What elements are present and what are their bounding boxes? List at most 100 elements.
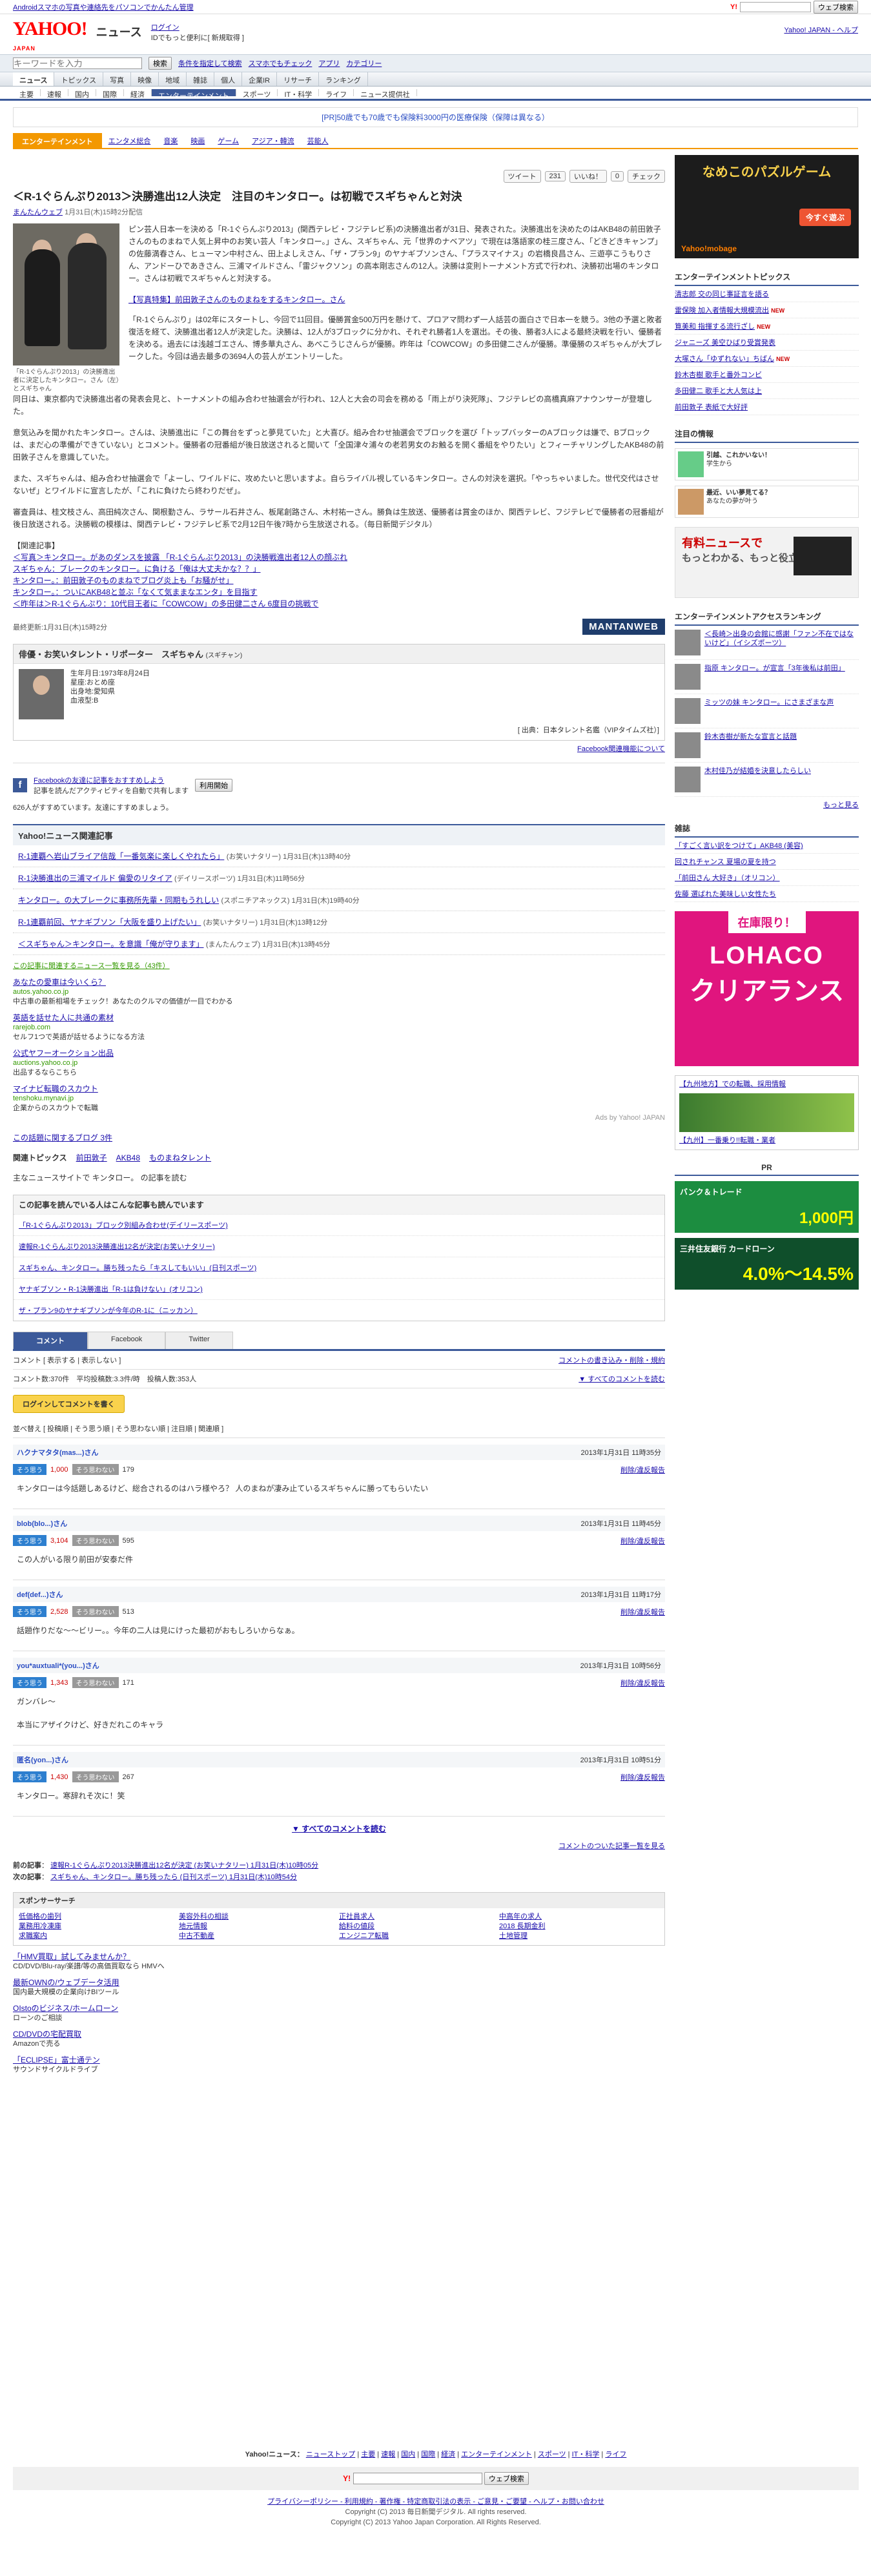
- ad-title-2[interactable]: 英語を話せた人に共通の素材: [13, 1013, 114, 1022]
- paid-news-banner[interactable]: 有料ニュースで もっとわかる、もっと役立つ！: [675, 527, 859, 598]
- ad-title-4[interactable]: マイナビ転職のスカウト: [13, 1084, 98, 1093]
- footer-link[interactable]: ニューストップ: [306, 2451, 355, 2458]
- footer-link[interactable]: 国際: [421, 2451, 435, 2458]
- search-link-category[interactable]: カテゴリー: [346, 58, 382, 68]
- mantanweb-logo[interactable]: MANTANWEB: [582, 619, 665, 635]
- sponsor-link[interactable]: 美容外科の相談: [179, 1912, 339, 1922]
- ranking-link[interactable]: 鈴木杏樹が新たな宣言と話題: [704, 732, 797, 758]
- cat-celebrity[interactable]: 芸能人: [301, 136, 335, 146]
- also-read-item[interactable]: 速報R-1ぐらんぷり2013決勝進出12名が決定(お笑いナタリー): [19, 1243, 215, 1251]
- gnav-ranking[interactable]: ランキング: [319, 72, 368, 86]
- comment-user[interactable]: ハクナマタタ(mas...)さん: [17, 1447, 99, 1458]
- report-link[interactable]: 削除/違反報告: [620, 1678, 665, 1688]
- sponsor-link[interactable]: 中古不動産: [179, 1932, 339, 1941]
- sponsor-link[interactable]: 業務用冷凍庫: [19, 1922, 179, 1932]
- topic-link[interactable]: 大塚さん「ゆずれない」ちばん: [675, 355, 774, 363]
- sponsor-link[interactable]: 正社員求人: [339, 1912, 499, 1922]
- bottom-search-input[interactable]: [353, 2472, 482, 2484]
- sponsor-link[interactable]: 2018 長期金利: [499, 1922, 659, 1932]
- tag-maeda[interactable]: 前田敦子: [76, 1152, 107, 1163]
- cat-music[interactable]: 音楽: [157, 136, 184, 146]
- snav-economy[interactable]: 経済: [124, 89, 152, 99]
- report-link[interactable]: 削除/違反報告: [620, 1536, 665, 1546]
- gnav-photo[interactable]: 写真: [103, 72, 132, 86]
- bottom-ad-title[interactable]: OIstoのビジネス/ホームローン: [13, 2004, 118, 2013]
- sponsor-link[interactable]: 中高年の求人: [499, 1912, 659, 1922]
- also-read-item[interactable]: スギちゃん、キンタロー。勝ち残ったら「キスしてもいい」(日刊スポーツ): [19, 1264, 256, 1272]
- service-name[interactable]: ニュース: [96, 23, 142, 40]
- next-article-link[interactable]: スギちゃん、キンタロー。勝ち残ったら (日刊スポーツ) 1月31日(木)10時5…: [50, 1873, 297, 1881]
- disagree-button[interactable]: そう思わない: [72, 1535, 119, 1546]
- footer-link[interactable]: 主要: [361, 2451, 375, 2458]
- agree-button[interactable]: そう思う: [13, 1771, 46, 1782]
- game-ad-banner[interactable]: なめこのパズルゲーム 今すぐ遊ぶ Yahoo!mobage: [675, 155, 859, 258]
- topic-link[interactable]: 鈴木杏樹 歌手と番外コンビ: [675, 371, 762, 379]
- ranking-thumb[interactable]: [675, 698, 701, 724]
- article-source[interactable]: まんたんウェブ: [13, 209, 63, 216]
- snav-entertainment[interactable]: エンターテインメント: [152, 89, 236, 100]
- agree-button[interactable]: そう思う: [13, 1464, 46, 1475]
- tag-akb48[interactable]: AKB48: [116, 1153, 140, 1162]
- topic-link[interactable]: 雷保険 加入者情報大規模流出: [675, 307, 769, 314]
- tag-monomane[interactable]: ものまねタレント: [149, 1152, 211, 1163]
- comment-user[interactable]: blob(blo...)さん: [17, 1518, 67, 1529]
- ads-by-yahoo[interactable]: Ads by Yahoo! JAPAN: [13, 1113, 665, 1123]
- comment-filter[interactable]: コメント [ 表示する | 表示しない ]: [13, 1355, 121, 1365]
- footer-link[interactable]: スポーツ: [538, 2451, 566, 2458]
- topic-link[interactable]: 筧美和 指揮する流行ざし: [675, 323, 755, 331]
- snav-flash[interactable]: 速報: [41, 89, 68, 99]
- comment-rules-link[interactable]: コメントの書き込み・削除・規約: [558, 1355, 665, 1365]
- more-link[interactable]: もっと見る: [823, 801, 859, 809]
- search-link-advanced[interactable]: 条件を指定して検索: [178, 58, 242, 68]
- see-all-comments[interactable]: ▼ すべてのコメントを読む: [292, 1824, 386, 1833]
- topic-link[interactable]: ジャニーズ 美空ひばり受賞発表: [675, 339, 775, 347]
- footer-link[interactable]: エンターテインメント: [461, 2451, 532, 2458]
- topic-link[interactable]: 清志郎 交の同じ事証言を語る: [675, 291, 769, 298]
- bottom-search-button[interactable]: ウェブ検索: [484, 2472, 529, 2485]
- footer-link[interactable]: 国内: [401, 2451, 415, 2458]
- report-link[interactable]: 削除/違反報告: [620, 1607, 665, 1617]
- bottom-ad-title[interactable]: 「ECLIPSE」富士通テン: [13, 2056, 100, 2065]
- bottom-ad-title[interactable]: CD/DVDの宅配買取: [13, 2030, 81, 2039]
- ranking-link[interactable]: 木村佳乃が結婚を決意したらしい: [704, 767, 811, 792]
- snav-it[interactable]: IT・科学: [278, 89, 320, 99]
- profile-avatar[interactable]: [19, 669, 64, 719]
- gnav-ir[interactable]: 企業IR: [242, 72, 278, 86]
- article-photo[interactable]: 「R-1ぐらんぷり2013」の決勝進出者に決定したキンタロー。さん（左）とスギち…: [13, 223, 119, 393]
- related-link-3[interactable]: キンタロー。：前田敦子のものまねでブログ炎上も「お騒がせ」: [13, 575, 665, 586]
- related-link-5[interactable]: ＜昨年は＞R-1ぐらんぷり：10代目王者に「COWCOW」の多田健二さん 6度目…: [13, 598, 665, 610]
- sponsor-link[interactable]: 低価格の歯列: [19, 1912, 179, 1922]
- sponsor-link[interactable]: 給料の値段: [339, 1922, 499, 1932]
- related-link-4[interactable]: キンタロー。：ついにAKB48と並ぶ「なくて気ままなエンタ」を目指す: [13, 586, 665, 598]
- job-link-2[interactable]: 【九州】一番乗り!!転職・業者: [679, 1136, 854, 1146]
- photo-feature-link[interactable]: 【写真特集】前田敦子さんのものまねをするキンタロー。さん: [128, 295, 345, 304]
- gnav-news[interactable]: ニュース: [13, 72, 55, 86]
- related-news-all-link[interactable]: この記事に関連するニュース一覧を見る（43件）: [13, 962, 665, 971]
- card-loan-ad[interactable]: 三井住友銀行 カードローン 4.0%〜14.5%: [675, 1238, 859, 1290]
- comment-user[interactable]: def(def...)さん: [17, 1589, 63, 1600]
- ranking-thumb[interactable]: [675, 664, 701, 690]
- footer-link[interactable]: 経済: [441, 2451, 455, 2458]
- blog-link[interactable]: この話題に関するブログ 3件: [13, 1132, 112, 1143]
- magazine-link[interactable]: 「前田さん 大好き」（オリコン）: [675, 874, 780, 882]
- like-button[interactable]: いいね！: [569, 170, 607, 183]
- yahoo-mini-logo[interactable]: Y!: [343, 2474, 351, 2483]
- photo-image[interactable]: [13, 223, 119, 366]
- ranking-link[interactable]: ミッツの妹 キンタロー。にさまざまな声: [704, 698, 834, 724]
- related-link-2[interactable]: スギちゃん：ブレークのキンタロー。に負ける「俺は大丈夫かな？？」: [13, 563, 665, 575]
- related-link-1[interactable]: ＜写真＞キンタロー。があのダンスを披露 「R-1ぐらんぷり2013」の決勝戦進出…: [13, 551, 665, 563]
- magazine-link[interactable]: 「すごく言い訳をつけて」AKB48 (美容): [675, 842, 803, 850]
- gnav-video[interactable]: 映像: [131, 72, 159, 86]
- snav-providers[interactable]: ニュース提供社: [354, 89, 417, 99]
- tweet-button[interactable]: ツイート: [503, 170, 541, 183]
- job-link[interactable]: 【九州地方】での転職、採用情報: [679, 1080, 854, 1089]
- news-search-input[interactable]: [13, 57, 142, 69]
- tab-comments[interactable]: コメント: [13, 1332, 88, 1349]
- lohaco-banner[interactable]: 在庫限り！ LOHACO クリアランス: [675, 911, 859, 1066]
- bank-ad[interactable]: バンク＆トレード 1,000円: [675, 1181, 859, 1233]
- tab-facebook[interactable]: Facebook: [88, 1332, 166, 1349]
- tab-twitter[interactable]: Twitter: [165, 1332, 233, 1349]
- gnav-personal[interactable]: 個人: [214, 72, 243, 86]
- ranking-thumb[interactable]: [675, 767, 701, 792]
- yahoo-logo[interactable]: YAHOO! JAPAN: [13, 19, 88, 58]
